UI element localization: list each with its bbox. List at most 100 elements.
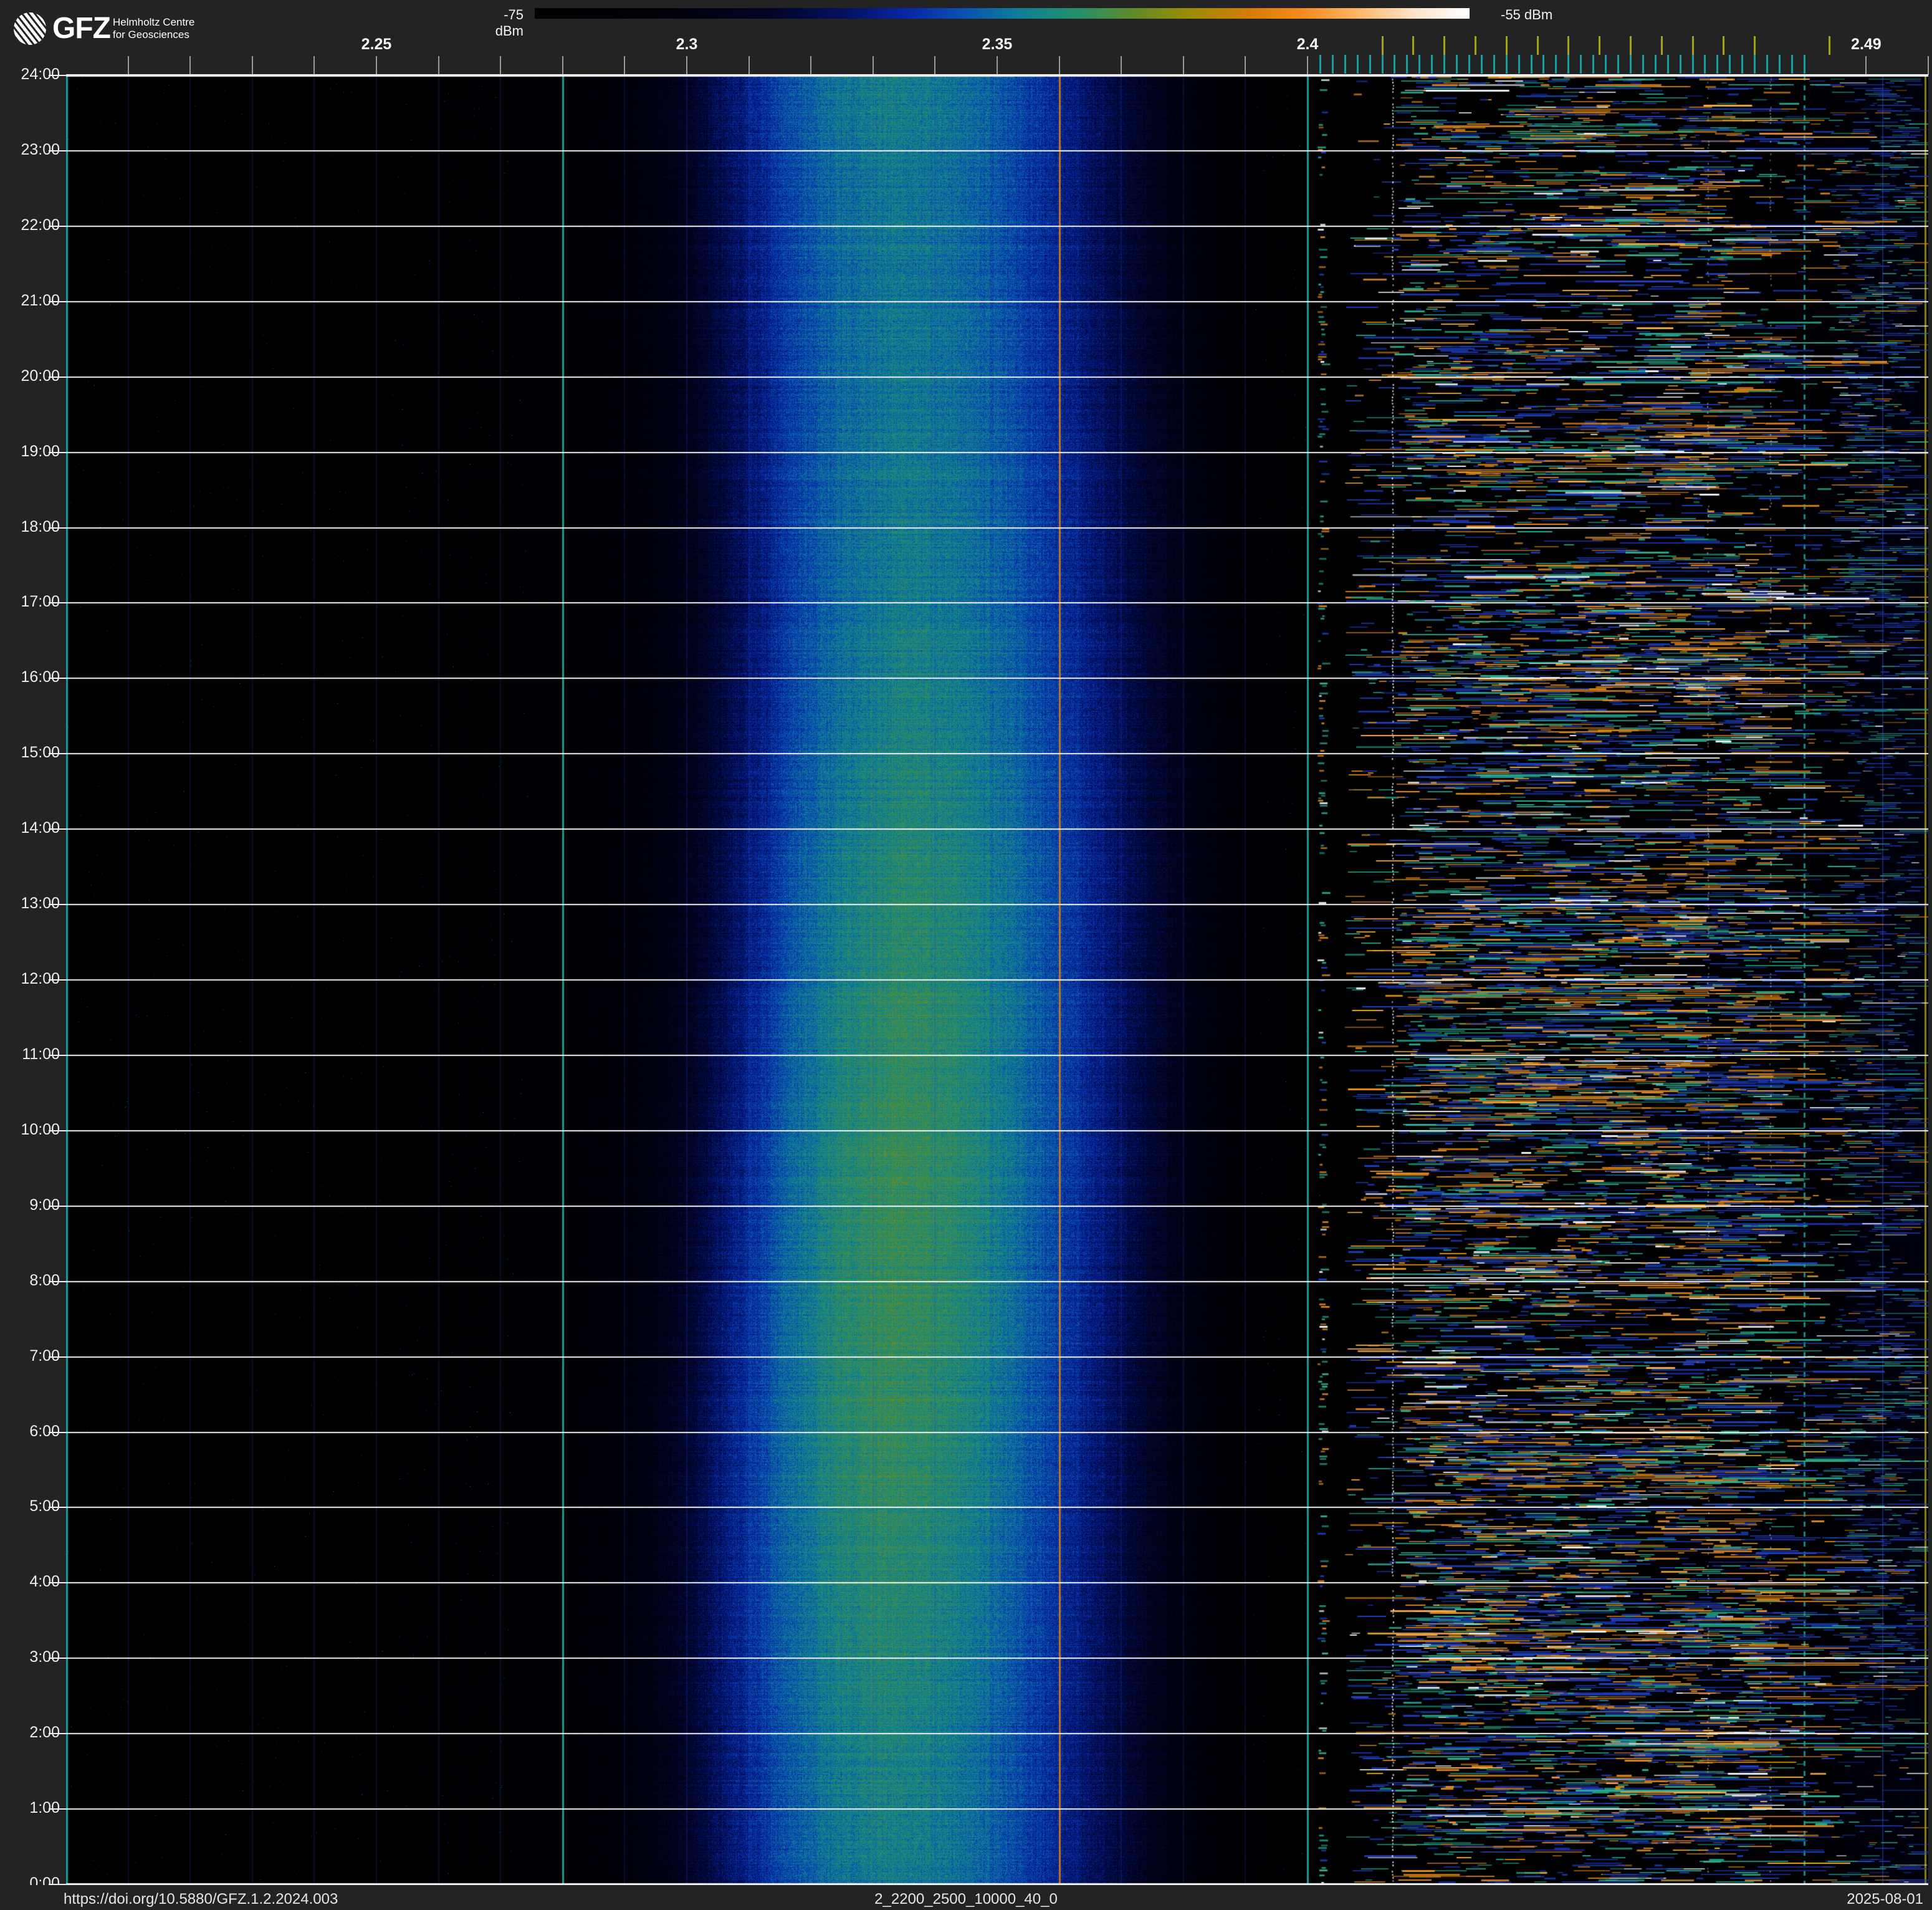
ble-channel-tick bbox=[1443, 55, 1446, 74]
ble-channel-tick bbox=[1493, 55, 1495, 74]
ble-channel-tick bbox=[1344, 55, 1346, 74]
wifi-channel-tick bbox=[1474, 36, 1476, 55]
ble-channel-tick bbox=[1605, 55, 1607, 74]
hour-tick bbox=[49, 1205, 66, 1207]
ble-channel-tick bbox=[1505, 55, 1508, 74]
freq-minor-tick bbox=[1121, 56, 1122, 75]
freq-minor-tick bbox=[376, 56, 377, 75]
logo-subtitle-line1: Helmholtz Centre bbox=[113, 16, 195, 28]
freq-tick-label: 2.35 bbox=[982, 36, 1013, 53]
wifi-channel-tick bbox=[1412, 36, 1415, 55]
ble-channel-tick bbox=[1369, 55, 1371, 74]
ble-channel-tick bbox=[1617, 55, 1619, 74]
ble-channel-tick bbox=[1766, 55, 1769, 74]
hour-tick bbox=[49, 451, 66, 453]
footer-bar: https://doi.org/10.5880/GFZ.1.2.2024.003… bbox=[0, 1885, 1932, 1910]
hour-tick bbox=[49, 1733, 66, 1735]
colorbar-gradient bbox=[535, 8, 1470, 19]
wifi-channel-tick bbox=[1723, 36, 1725, 55]
hour-tick bbox=[49, 1507, 66, 1509]
freq-minor-tick bbox=[251, 56, 253, 75]
wifi-channel-tick bbox=[1443, 36, 1446, 55]
freq-minor-tick bbox=[997, 56, 998, 75]
hour-tick bbox=[49, 1356, 66, 1358]
hour-tick bbox=[49, 904, 66, 906]
freq-minor-tick bbox=[127, 56, 129, 75]
ble-channel-tick bbox=[1803, 55, 1805, 74]
ble-channel-tick bbox=[1381, 55, 1384, 74]
freq-minor-tick bbox=[872, 56, 874, 75]
freq-minor-tick bbox=[313, 56, 315, 75]
hour-tick bbox=[49, 753, 66, 755]
ble-channel-tick bbox=[1679, 55, 1681, 74]
ble-channel-tick bbox=[1480, 55, 1483, 74]
ble-channel-tick bbox=[1356, 55, 1359, 74]
wifi-channel-tick bbox=[1629, 36, 1632, 55]
logo-subtitle-line2: for Geosciences bbox=[113, 29, 189, 41]
freq-minor-tick bbox=[1865, 56, 1867, 75]
colorbar-min-label: -75 dBm bbox=[495, 7, 524, 39]
ble-channel-tick bbox=[1456, 55, 1458, 74]
hour-tick bbox=[49, 1431, 66, 1433]
freq-minor-tick bbox=[1058, 56, 1060, 75]
freq-tick-label: 2.4 bbox=[1296, 36, 1319, 53]
hour-tick bbox=[49, 678, 66, 679]
ble-channel-tick bbox=[1704, 55, 1706, 74]
ble-channel-tick bbox=[1394, 55, 1396, 74]
freq-minor-tick bbox=[1182, 56, 1184, 75]
ble-channel-tick bbox=[1754, 55, 1756, 74]
freq-minor-tick bbox=[810, 56, 812, 75]
freq-minor-tick bbox=[500, 56, 502, 75]
ble-channel-tick bbox=[1716, 55, 1719, 74]
hour-tick bbox=[49, 150, 66, 151]
ble-channel-tick bbox=[1741, 55, 1744, 74]
colorbar-max-label: -55 dBm bbox=[1501, 7, 1553, 22]
hour-tick bbox=[49, 602, 66, 604]
ble-channel-tick bbox=[1691, 55, 1694, 74]
freq-minor-tick bbox=[1245, 56, 1246, 75]
freq-minor-tick bbox=[624, 56, 626, 75]
ble-channel-tick bbox=[1629, 55, 1632, 74]
wifi-channel-tick bbox=[1599, 36, 1601, 55]
wifi-channel-tick bbox=[1381, 36, 1384, 55]
freq-minor-tick bbox=[748, 56, 750, 75]
wifi-channel-tick bbox=[1828, 36, 1830, 55]
freq-minor-tick bbox=[562, 56, 563, 75]
logo-acronym: GFZ bbox=[52, 12, 111, 45]
hour-tick bbox=[49, 225, 66, 227]
ble-channel-tick bbox=[1778, 55, 1781, 74]
freq-minor-tick bbox=[189, 56, 191, 75]
hour-tick bbox=[49, 1582, 66, 1584]
hour-tick bbox=[49, 300, 66, 302]
hour-tick bbox=[49, 1808, 66, 1810]
freq-tick-label: 2.49 bbox=[1851, 36, 1882, 53]
spectrogram-page: GFZ Helmholtz Centre for Geosciences -75… bbox=[0, 0, 1932, 1910]
ble-channel-tick bbox=[1468, 55, 1470, 74]
ble-channel-tick bbox=[1654, 55, 1657, 74]
wifi-channel-tick bbox=[1536, 36, 1539, 55]
hour-tick bbox=[49, 1054, 66, 1056]
freq-tick-label: 2.3 bbox=[676, 36, 698, 53]
dataset-id-text: 2_2200_2500_10000_40_0 bbox=[874, 1891, 1058, 1908]
logo-subtitle: Helmholtz Centre for Geosciences bbox=[113, 16, 194, 41]
ble-channel-tick bbox=[1431, 55, 1433, 74]
ble-channel-tick bbox=[1542, 55, 1545, 74]
hour-tick bbox=[49, 979, 66, 981]
ble-channel-tick bbox=[1319, 55, 1321, 74]
hour-tick bbox=[49, 1280, 66, 1282]
hour-tick bbox=[49, 1130, 66, 1131]
ble-channel-tick bbox=[1592, 55, 1595, 74]
hour-tick bbox=[49, 376, 66, 378]
wifi-channel-tick bbox=[1660, 36, 1663, 55]
ble-channel-tick bbox=[1530, 55, 1533, 74]
freq-minor-tick bbox=[1307, 56, 1308, 75]
date-text: 2025-08-01 bbox=[1847, 1891, 1923, 1908]
wifi-channel-tick bbox=[1754, 36, 1756, 55]
ble-channel-tick bbox=[1667, 55, 1669, 74]
ble-channel-tick bbox=[1406, 55, 1408, 74]
ble-channel-tick bbox=[1729, 55, 1731, 74]
hour-tick bbox=[49, 75, 66, 76]
ble-channel-tick bbox=[1642, 55, 1644, 74]
spectrogram-canvas bbox=[66, 75, 1928, 1884]
ble-channel-tick bbox=[1418, 55, 1421, 74]
